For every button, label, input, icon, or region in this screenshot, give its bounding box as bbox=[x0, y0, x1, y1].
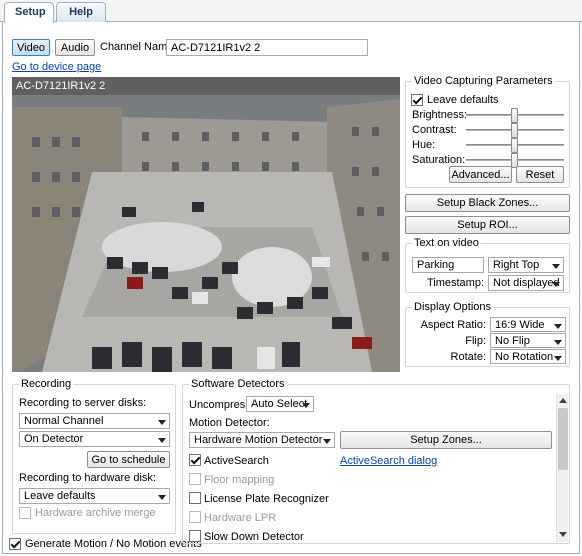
motion-detector-label: Motion Detector: bbox=[189, 417, 270, 429]
hardware-archive-merge-checkbox[interactable] bbox=[19, 507, 31, 519]
activesearch-label: ActiveSearch bbox=[204, 455, 269, 467]
generate-events-label: Generate Motion / No Motion events bbox=[25, 538, 202, 550]
brightness-thumb[interactable] bbox=[511, 108, 518, 123]
hardware-disk-label: Recording to hardware disk: bbox=[19, 472, 156, 484]
hardware-disk-select[interactable]: Leave defaults bbox=[19, 488, 170, 504]
server-disks-label: Recording to server disks: bbox=[19, 397, 147, 409]
hardware-disk-value: Leave defaults bbox=[24, 490, 96, 502]
saturation-slider[interactable] bbox=[466, 153, 564, 168]
capture-params-title: Video Capturing Parameters bbox=[412, 75, 555, 87]
channel-mode-value: Normal Channel bbox=[24, 415, 104, 427]
rotate-label: Rotate: bbox=[450, 351, 486, 363]
aspect-ratio-value: 16:9 Wide bbox=[495, 319, 545, 331]
tab-bar: Setup Help bbox=[0, 0, 582, 23]
record-trigger-select[interactable]: On Detector bbox=[19, 431, 170, 447]
chevron-down-icon bbox=[323, 439, 331, 444]
scroll-down-icon[interactable] bbox=[559, 532, 567, 537]
activesearch-dialog-link[interactable]: ActiveSearch dialog bbox=[340, 455, 437, 467]
slow-down-checkbox[interactable] bbox=[189, 530, 201, 542]
setup-roi-button[interactable]: Setup ROI... bbox=[405, 216, 570, 234]
hardware-lpr-checkbox[interactable] bbox=[189, 511, 201, 523]
scroll-thumb[interactable] bbox=[558, 408, 568, 470]
flip-value: No Flip bbox=[495, 335, 530, 347]
aspect-ratio-label: Aspect Ratio: bbox=[420, 319, 486, 331]
activesearch-checkbox[interactable] bbox=[189, 454, 201, 466]
motion-detector-select[interactable]: Hardware Motion Detector bbox=[189, 432, 335, 448]
video-preview[interactable]: AC-D7121IR1v2 2 bbox=[12, 77, 400, 372]
generate-events-checkbox[interactable] bbox=[9, 538, 21, 550]
brightness-label: Brightness: bbox=[412, 109, 468, 121]
chevron-down-icon bbox=[554, 324, 562, 329]
license-plate-label: License Plate Recognizer bbox=[204, 493, 329, 505]
text-on-video-title: Text on video bbox=[412, 237, 481, 249]
leave-defaults-label: Leave defaults bbox=[427, 94, 499, 106]
camera-image bbox=[12, 95, 400, 372]
reset-button[interactable]: Reset bbox=[516, 166, 564, 183]
floor-mapping-checkbox[interactable] bbox=[189, 473, 201, 485]
display-options-title: Display Options bbox=[412, 301, 494, 313]
audio-button[interactable]: Audio bbox=[55, 39, 95, 56]
tab-help[interactable]: Help bbox=[56, 2, 106, 22]
chevron-down-icon bbox=[554, 356, 562, 361]
advanced-button[interactable]: Advanced... bbox=[449, 166, 512, 183]
hardware-archive-merge-label: Hardware archive merge bbox=[35, 507, 156, 519]
channel-name-label: Channel Name: bbox=[100, 41, 177, 53]
overlay-position-value: Right Top bbox=[493, 259, 540, 271]
record-trigger-value: On Detector bbox=[24, 433, 84, 445]
recording-title: Recording bbox=[19, 378, 74, 390]
go-to-schedule-button[interactable]: Go to schedule bbox=[87, 451, 170, 468]
uncompress-label: Uncompress: bbox=[189, 399, 254, 411]
hardware-lpr-label: Hardware LPR bbox=[204, 512, 277, 524]
chevron-down-icon bbox=[552, 264, 560, 269]
floor-mapping-label: Floor mapping bbox=[204, 474, 275, 486]
channel-name-input[interactable]: AC-D7121IR1v2 2 bbox=[166, 39, 368, 56]
hue-slider[interactable] bbox=[466, 138, 564, 153]
setup-black-zones-button[interactable]: Setup Black Zones... bbox=[405, 194, 570, 212]
contrast-label: Contrast: bbox=[412, 124, 457, 136]
chevron-down-icon bbox=[552, 282, 560, 287]
slow-down-label: Slow Down Detector bbox=[204, 531, 304, 543]
setup-zones-button[interactable]: Setup Zones... bbox=[340, 431, 552, 449]
license-plate-checkbox[interactable] bbox=[189, 492, 201, 504]
rotate-value: No Rotation bbox=[495, 351, 554, 363]
tab-setup[interactable]: Setup bbox=[4, 2, 54, 23]
timestamp-select[interactable]: Not displayed bbox=[488, 275, 564, 291]
motion-detector-value: Hardware Motion Detector bbox=[194, 434, 323, 446]
chevron-down-icon bbox=[302, 403, 310, 408]
flip-label: Flip: bbox=[465, 335, 486, 347]
contrast-slider[interactable] bbox=[466, 123, 564, 138]
aspect-ratio-select[interactable]: 16:9 Wide bbox=[490, 317, 566, 332]
contrast-thumb[interactable] bbox=[511, 123, 518, 138]
timestamp-value: Not displayed bbox=[493, 277, 560, 289]
saturation-label: Saturation: bbox=[412, 154, 466, 166]
flip-select[interactable]: No Flip bbox=[490, 333, 566, 348]
video-button[interactable]: Video bbox=[12, 39, 50, 56]
software-detectors-title: Software Detectors bbox=[189, 378, 287, 390]
overlay-text-input[interactable]: Parking bbox=[412, 257, 484, 273]
chevron-down-icon bbox=[554, 340, 562, 345]
timestamp-label: Timestamp: bbox=[426, 277, 484, 289]
chevron-down-icon bbox=[158, 420, 166, 425]
hue-thumb[interactable] bbox=[511, 138, 518, 153]
uncompress-value: Auto Select bbox=[251, 398, 308, 410]
uncompress-select[interactable]: Auto Select bbox=[246, 396, 314, 412]
chevron-down-icon bbox=[158, 438, 166, 443]
video-title-bar: AC-D7121IR1v2 2 bbox=[12, 77, 400, 95]
detectors-scrollbar[interactable] bbox=[556, 394, 568, 542]
channel-mode-select[interactable]: Normal Channel bbox=[19, 413, 170, 429]
brightness-slider[interactable] bbox=[466, 108, 564, 123]
scroll-up-icon[interactable] bbox=[559, 398, 567, 403]
overlay-position-select[interactable]: Right Top bbox=[488, 257, 564, 273]
chevron-down-icon bbox=[158, 495, 166, 500]
hue-label: Hue: bbox=[412, 139, 436, 151]
device-page-link[interactable]: Go to device page bbox=[12, 61, 101, 73]
leave-defaults-checkbox[interactable] bbox=[411, 94, 423, 106]
rotate-select[interactable]: No Rotation bbox=[490, 349, 566, 364]
video-overlay-title: AC-D7121IR1v2 2 bbox=[16, 80, 106, 92]
